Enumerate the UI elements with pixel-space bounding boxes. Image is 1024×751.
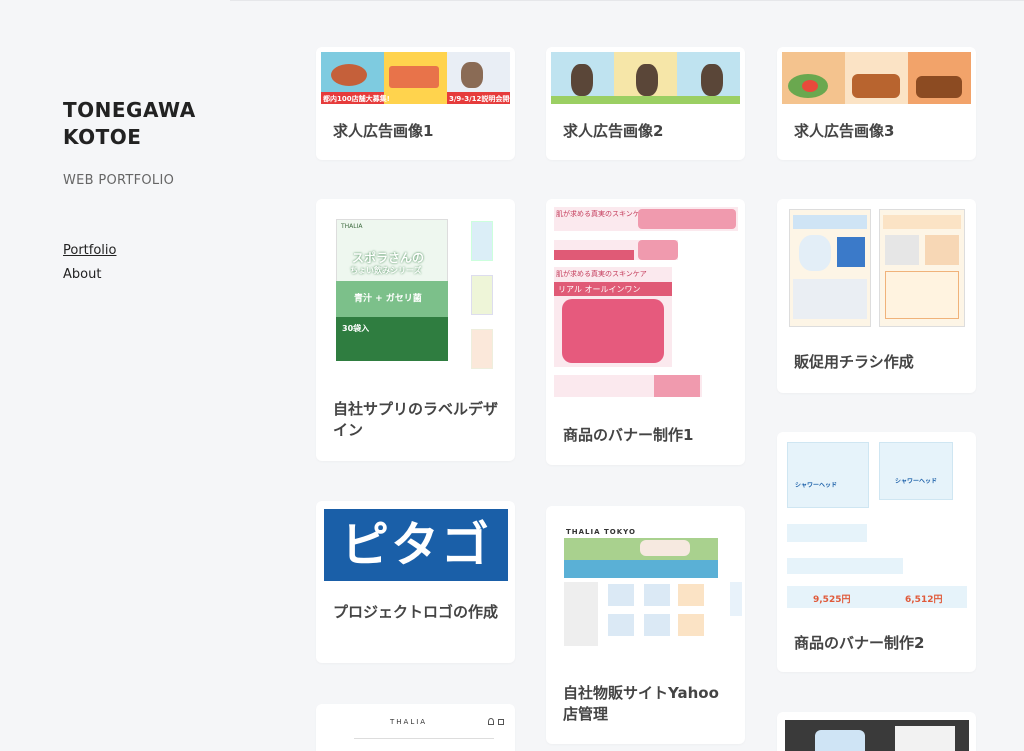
yahoo-store-caption: 自社物販サイトYahoo店管理 [563,684,719,723]
job-ad-1-dates: 3/9-3/12説明会開催 [447,92,510,104]
top-divider [230,0,1024,1]
banner-2-price-2: 6,512円 [905,595,943,605]
user-icon [488,718,494,725]
label-count: 30袋入 [342,324,370,333]
label-design-thumbnail: THALIA スポラさんの ちょい飲みシリーズ 青汁 + ガセリ菌 30袋入 [326,207,506,373]
job-ad-2-thumbnail [551,52,740,104]
banner-2-product-name-2: シャワーヘッド [895,478,938,485]
banner-2-thumbnail: シャワーヘッド シャワーヘッド 9,525円 6,512円 [785,440,969,612]
job-ad-1-caption: 求人広告画像1 [333,122,434,140]
nav-link-portfolio[interactable]: Portfolio [63,239,263,263]
site-name-line1: TONEGAWA [63,98,196,122]
flyer-caption: 販促用チラシ作成 [794,353,914,371]
portfolio-card-yahoo-store[interactable]: THALIA TOKYO 自社物販サイトYahoo店管理 [546,506,745,744]
banner-1-subline: リアル オールインワン [558,285,641,294]
portfolio-card-site-thumbnail[interactable]: THALIA [316,704,515,751]
portfolio-card-banner-1[interactable]: 肌が求める真実のスキンケア 肌が求める真実のスキンケア リアル オールインワン … [546,199,745,465]
portfolio-card-logo[interactable]: ピタゴル プロジェクトロゴの作成 [316,501,515,663]
yahoo-store-thumbnail: THALIA TOKYO [560,514,745,646]
label-brand: THALIA [341,223,363,230]
portfolio-card-label-design[interactable]: THALIA スポラさんの ちょい飲みシリーズ 青汁 + ガセリ菌 30袋入 自… [316,199,515,461]
cart-icon [498,719,504,725]
job-ad-3-caption: 求人広告画像3 [794,122,895,140]
logo-wordmark: ピタゴル [340,517,491,573]
logo-thumbnail: ピタゴル [324,509,508,581]
label-title: スポラさんの [352,251,425,265]
banner-1-thumbnail: 肌が求める真実のスキンケア 肌が求める真実のスキンケア リアル オールインワン [554,207,738,399]
banner-2-product-name: シャワーヘッド [795,482,838,489]
job-ad-1-thumbnail: 都内100店舗大募集! 3/9-3/12説明会開催 [321,52,510,104]
yahoo-store-brand: THALIA TOKYO [566,528,636,536]
label-design-caption: 自社サプリのラベルデザイン [333,400,499,439]
portfolio-card-banner-2[interactable]: シャワーヘッド シャワーヘッド 9,525円 6,512円 商品のバナー制作2 [777,432,976,672]
phone-thumbnail [785,720,969,751]
portfolio-card-job-ad-2[interactable]: 求人広告画像2 [546,47,745,160]
banner-2-caption: 商品のバナー制作2 [794,634,925,652]
banner-1-headline: 肌が求める真実のスキンケア [556,210,647,218]
banner-2-price-1: 9,525円 [813,595,851,605]
flyer-thumbnail [785,207,969,331]
logo-caption: プロジェクトロゴの作成 [333,603,499,621]
sidebar: TONEGAWA KOTOE WEB PORTFOLIO Portfolio A… [63,97,263,287]
portfolio-card-job-ad-3[interactable]: 求人広告画像3 [777,47,976,160]
site-name-line2: KOTOE [63,125,142,149]
job-ad-1-ribbon: 都内100店舗大募集! [321,92,390,104]
banner-1-caption: 商品のバナー制作1 [563,426,694,444]
label-product: 青汁 + ガセリ菌 [354,294,422,304]
sidebar-nav: Portfolio About [63,239,263,287]
job-ad-2-caption: 求人広告画像2 [563,122,664,140]
site-subtitle: WEB PORTFOLIO [63,173,175,188]
portfolio-card-job-ad-1[interactable]: 都内100店舗大募集! 3/9-3/12説明会開催 求人広告画像1 [316,47,515,160]
site-thumbnail-brand: THALIA [390,718,428,726]
site-thumbnail: THALIA [324,712,508,751]
portfolio-card-phone-thumbnail[interactable] [777,712,976,751]
job-ad-3-thumbnail [782,52,971,104]
site-name: TONEGAWA KOTOE [63,97,263,151]
nav-link-about[interactable]: About [63,263,263,287]
banner-1-headline-large: 肌が求める真実のスキンケア [556,270,647,278]
label-series: ちょい飲みシリーズ [350,266,422,275]
portfolio-card-flyer[interactable]: 販促用チラシ作成 [777,199,976,393]
